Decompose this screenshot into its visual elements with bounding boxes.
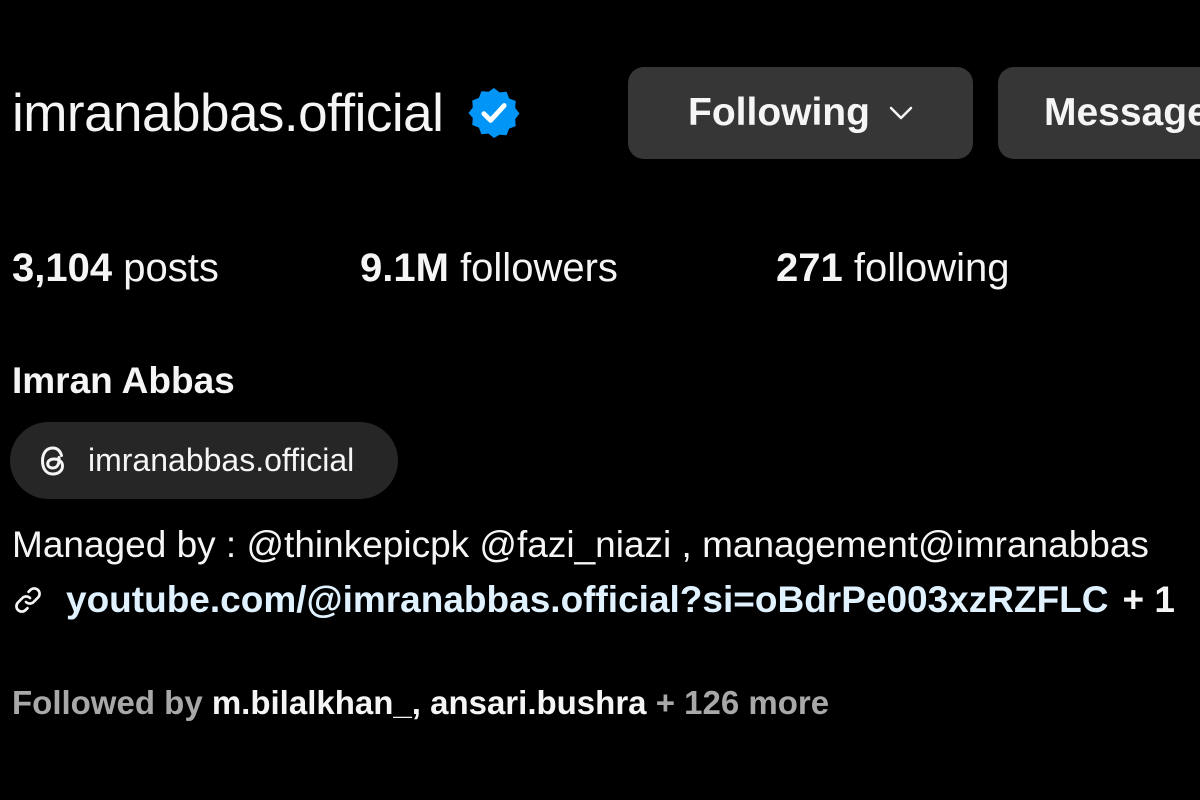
followed-by-prefix: Followed by	[12, 684, 203, 721]
threads-handle: imranabbas.official	[88, 442, 355, 478]
following-button-label: Following	[688, 91, 870, 134]
following-label: following	[853, 246, 1010, 290]
following-stat[interactable]: 271 following	[776, 246, 1010, 291]
bio-link-row: youtube.com/@imranabbas.official?si=oBdr…	[12, 578, 1175, 622]
followers-stat[interactable]: 9.1M followers	[360, 246, 618, 291]
following-button[interactable]: Following	[628, 67, 973, 159]
posts-label: posts	[123, 246, 219, 290]
followers-label: followers	[460, 246, 618, 290]
message-button[interactable]: Message	[998, 67, 1200, 159]
bio-link[interactable]: youtube.com/@imranabbas.official?si=oBdr…	[66, 579, 1109, 621]
profile-full-name: Imran Abbas	[12, 360, 235, 401]
chevron-down-icon	[889, 106, 913, 120]
more-mutual-followers[interactable]: + 126 more	[656, 684, 829, 721]
more-links-button[interactable]: + 1	[1123, 579, 1175, 621]
following-count: 271	[776, 246, 843, 290]
verified-badge-icon	[468, 88, 520, 138]
username-row: imranabbas.official	[12, 66, 521, 160]
profile-header: imranabbas.official Following Message 3,…	[0, 0, 1200, 800]
mutual-follower-link[interactable]: ansari.bushra	[430, 684, 646, 721]
followed-by[interactable]: Followed by m.bilalkhan_, ansari.bushra …	[12, 684, 829, 722]
link-icon	[15, 587, 41, 613]
profile-username: imranabbas.official	[12, 83, 444, 143]
threads-icon	[41, 446, 64, 475]
threads-badge[interactable]: imranabbas.official	[10, 422, 398, 499]
followers-count: 9.1M	[360, 246, 449, 290]
mutual-follower-link[interactable]: m.bilalkhan_,	[212, 684, 421, 721]
profile-bio: Managed by : @thinkepicpk @fazi_niazi , …	[12, 524, 1149, 565]
posts-count: 3,104	[12, 246, 113, 290]
message-button-label: Message	[1044, 91, 1200, 134]
posts-stat: 3,104 posts	[12, 246, 219, 291]
